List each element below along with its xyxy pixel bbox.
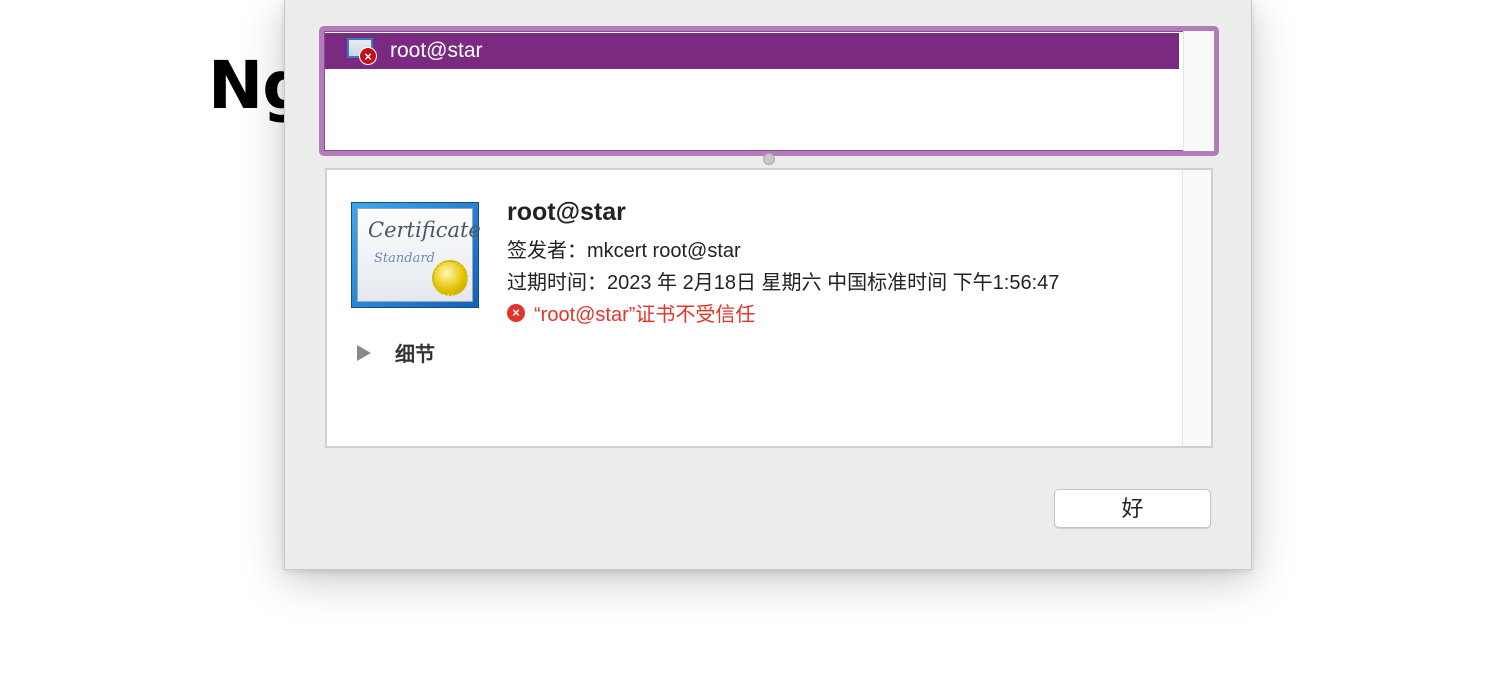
certificate-name: root@star (507, 198, 626, 226)
gold-seal-icon (432, 260, 468, 296)
trust-status: × “root@star”证书不受信任 (507, 298, 755, 327)
details-disclosure[interactable]: 细节 (357, 338, 435, 367)
certificate-list-row-selected[interactable]: × root@star (325, 33, 1179, 69)
certificate-untrusted-icon: × (347, 38, 377, 65)
certificate-row-label: root@star (390, 39, 483, 62)
error-circle-icon: × (507, 303, 525, 322)
list-scrollbar[interactable] (1183, 31, 1214, 151)
certificate-list[interactable]: × root@star (319, 26, 1219, 156)
certificate-sheet-dialog: × root@star Certificate Standard root@st… (284, 0, 1252, 570)
expiration-line: 过期时间：2023 年 2月18日 星期六 中国标准时间 下午1:56:47 (507, 272, 1060, 294)
certificate-paper: Certificate Standard (357, 208, 481, 302)
certificate-icon-script: Certificate (368, 218, 481, 242)
error-badge-icon: × (359, 47, 377, 65)
certificate-icon-subscript: Standard (374, 251, 435, 266)
certificate-large-icon: Certificate Standard (351, 202, 481, 308)
disclosure-triangle-icon[interactable] (357, 344, 371, 361)
details-scrollbar[interactable] (1182, 170, 1211, 446)
split-view-handle[interactable] (763, 153, 775, 165)
trust-status-text: “root@star”证书不受信任 (534, 304, 756, 326)
certificate-details-panel: Certificate Standard root@star 签发者：mkcer… (325, 168, 1213, 448)
ok-button[interactable]: 好 (1054, 489, 1211, 528)
issuer-line: 签发者：mkcert root@star (507, 240, 741, 262)
details-disclosure-label[interactable]: 细节 (395, 338, 435, 367)
